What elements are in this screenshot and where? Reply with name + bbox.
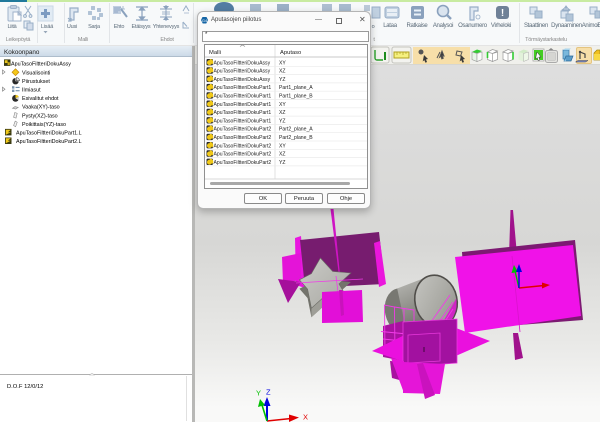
svg-text:ApuTasoFiltteriDokuAssy: ApuTasoFiltteriDokuAssy: [214, 69, 271, 75]
svg-text:ApuTasoFiltteriDokuAssy: ApuTasoFiltteriDokuAssy: [11, 62, 71, 68]
svg-text:YZ: YZ: [279, 118, 286, 124]
svg-text:Aputaso: Aputaso: [280, 50, 301, 56]
svg-text:XZ: XZ: [279, 110, 286, 116]
svg-text:XZ: XZ: [279, 69, 286, 75]
svg-text:ApuTasoFiltteriDokuPart1: ApuTasoFiltteriDokuPart1: [214, 85, 272, 91]
svg-text:XY: XY: [279, 60, 286, 66]
svg-text:ApuTasoFiltteriDokuPart1: ApuTasoFiltteriDokuPart1: [214, 102, 272, 108]
svg-text:!: !: [501, 8, 504, 19]
svg-text:Piirustukset: Piirustukset: [22, 79, 50, 85]
svg-text:ApuTasoFiltteriDokuPart1.L: ApuTasoFiltteriDokuPart1.L: [16, 131, 82, 137]
svg-text:Malli: Malli: [209, 50, 221, 56]
svg-text:Y: Y: [256, 389, 261, 398]
svg-text:ApuTasoFiltteriDokuPart2: ApuTasoFiltteriDokuPart2: [214, 135, 272, 141]
svg-text:Part1_plane_B: Part1_plane_B: [279, 94, 313, 100]
svg-text:Esivalitut ehdot: Esivalitut ehdot: [22, 96, 59, 102]
svg-text:ApuTasoFiltteriDokuPart1: ApuTasoFiltteriDokuPart1: [214, 118, 272, 124]
svg-text:Z: Z: [266, 388, 271, 397]
svg-text:Part2_plane_A: Part2_plane_A: [279, 127, 313, 133]
svg-text:ApuTasoFiltteriDokuPart2: ApuTasoFiltteriDokuPart2: [214, 127, 272, 133]
svg-text:YZ: YZ: [279, 77, 286, 83]
svg-text:ApuTasoFiltteriDokuPart2: ApuTasoFiltteriDokuPart2: [214, 152, 272, 158]
svg-text:ApuTasoFiltteriDokuPart1: ApuTasoFiltteriDokuPart1: [214, 110, 272, 116]
svg-text:ApuTasoFiltteriDokuAssy: ApuTasoFiltteriDokuAssy: [214, 60, 271, 66]
svg-text:Part1_plane_A: Part1_plane_A: [279, 85, 313, 91]
svg-text:XZ: XZ: [279, 152, 286, 158]
svg-text:ApuTasoFiltteriDokuPart2: ApuTasoFiltteriDokuPart2: [214, 160, 272, 166]
svg-text:Part2_plane_B: Part2_plane_B: [279, 135, 313, 141]
svg-text:XY: XY: [279, 102, 286, 108]
svg-text:Ilmiasut: Ilmiasut: [22, 88, 41, 94]
svg-text:Visualisointi: Visualisointi: [22, 70, 50, 76]
svg-text:D.O.F 12/0/12: D.O.F 12/0/12: [7, 384, 43, 390]
svg-text:ApuTasoFiltteriDokuPart2.L: ApuTasoFiltteriDokuPart2.L: [16, 139, 82, 145]
svg-text:X: X: [303, 413, 308, 422]
svg-text:Poikittais(YZ)-taso: Poikittais(YZ)-taso: [22, 122, 66, 128]
svg-text:ApuTasoFiltteriDokuPart2: ApuTasoFiltteriDokuPart2: [214, 143, 272, 149]
svg-text:ApuTasoFiltteriDokuAssy: ApuTasoFiltteriDokuAssy: [214, 77, 271, 83]
svg-text:Vaaka(XY)-taso: Vaaka(XY)-taso: [22, 105, 60, 111]
svg-text:XY: XY: [279, 143, 286, 149]
svg-text:ApuTasoFiltteriDokuPart1: ApuTasoFiltteriDokuPart1: [214, 94, 272, 100]
svg-text:Pysty(XZ)-taso: Pysty(XZ)-taso: [22, 113, 58, 119]
svg-text:YZ: YZ: [279, 160, 286, 166]
